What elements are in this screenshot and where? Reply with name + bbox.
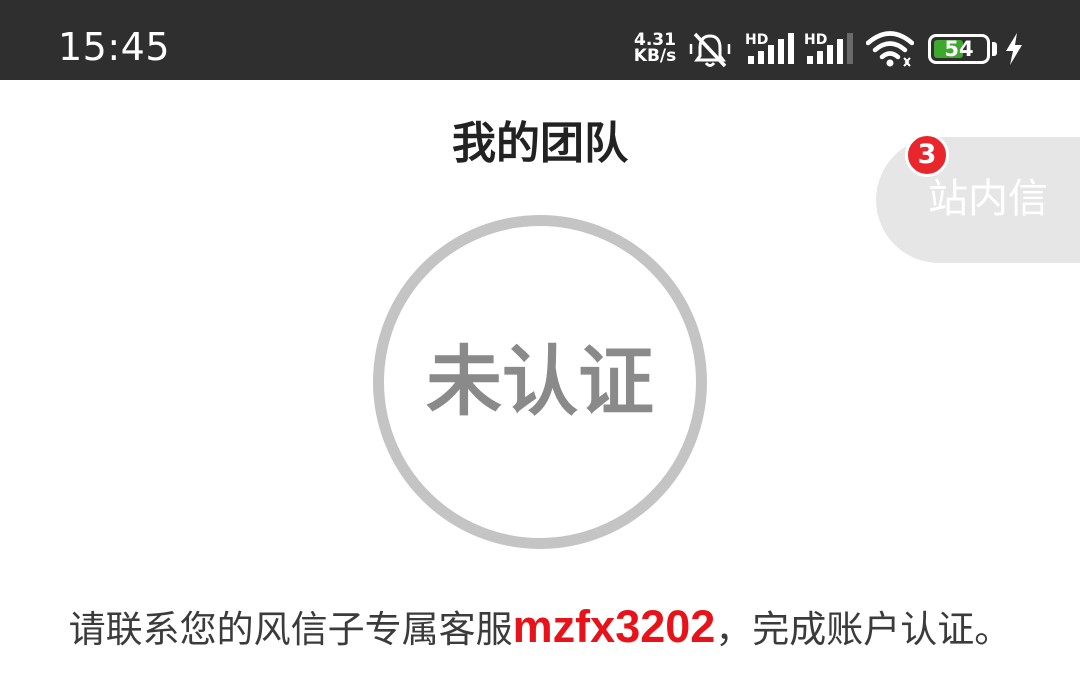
mute-vibrate-icon — [689, 32, 731, 68]
verification-status-text: 未认证 — [426, 337, 654, 426]
battery-level: 54 — [944, 37, 974, 61]
instruction-prefix: 请联系您的风信子专属客服 — [68, 608, 513, 651]
network-speed-unit: KB/s — [633, 46, 677, 66]
network-speed: 4.31 KB/s — [628, 32, 682, 66]
charging-icon — [1006, 33, 1022, 65]
wifi-icon — [866, 31, 914, 67]
battery-cap — [992, 42, 997, 56]
message-center-label: 站内信 — [928, 176, 1048, 222]
battery-icon: 54 — [928, 34, 990, 64]
customer-service-id[interactable]: mzfx3202 — [513, 601, 716, 652]
signal-icon — [807, 33, 853, 64]
message-center-tab[interactable]: 3 站内信 — [876, 133, 1080, 263]
verification-status-stamp: 未认证 — [373, 215, 707, 549]
instruction-suffix: ，完成账户认证。 — [715, 608, 1012, 651]
status-bar: 15:45 4.31 KB/s HD HD 54 — [0, 0, 1080, 80]
status-time: 15:45 — [58, 25, 171, 69]
signal-icon — [748, 33, 794, 64]
verification-instruction: 请联系您的风信子专属客服mzfx3202，完成账户认证。 — [0, 598, 1080, 659]
